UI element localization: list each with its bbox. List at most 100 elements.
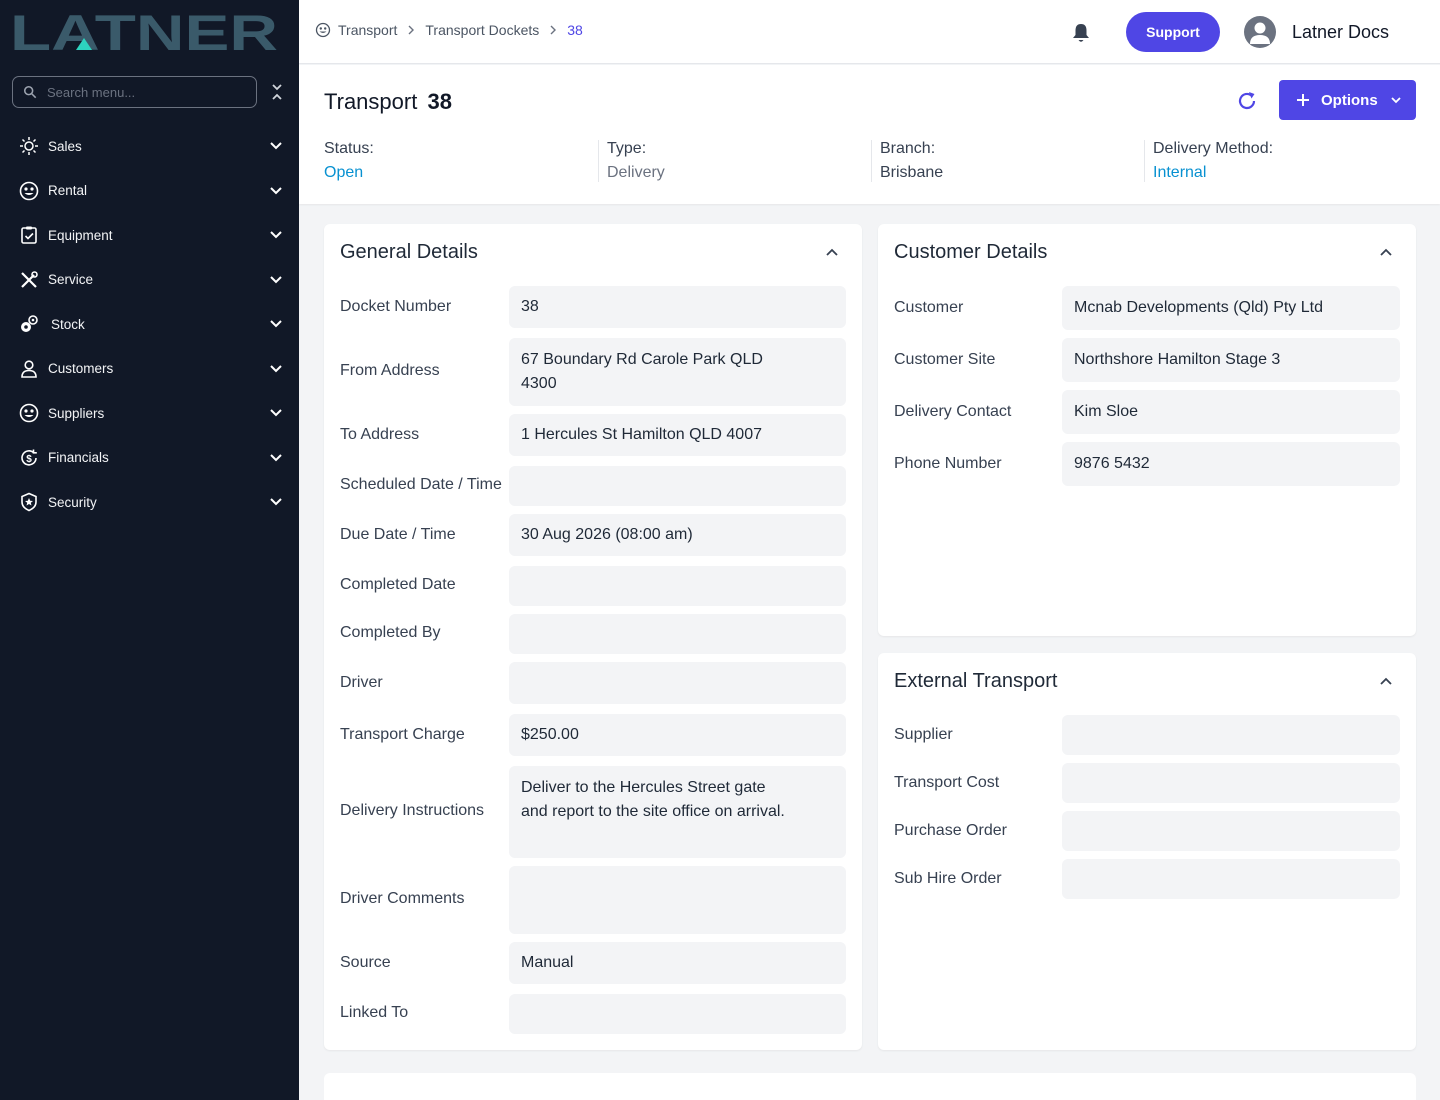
field-label: Driver Comments (340, 890, 465, 907)
sidebar-item-label: Financials (48, 450, 109, 466)
tabs-card (324, 1073, 1416, 1100)
user-name: Latner Docs (1292, 21, 1390, 42)
field-label: Transport Cost (894, 774, 1000, 791)
card-title: Customer Details (894, 241, 1048, 263)
suppliers-icon (18, 402, 40, 424)
field-label: Completed Date (340, 576, 456, 593)
linked-to-value (509, 994, 846, 1034)
sidebar-item-label: Suppliers (48, 405, 105, 421)
breadcrumb-transport-dockets[interactable]: Transport Dockets (425, 22, 539, 38)
transport-charge-value: $250.00 (509, 714, 846, 756)
header-panel: Transport 38 Options Status: Open Type: … (299, 65, 1440, 204)
menu-search-box[interactable] (12, 76, 257, 108)
chevron-down-icon (270, 276, 282, 284)
avatar (1244, 16, 1276, 48)
chevron-down-icon (270, 231, 282, 239)
customer-value: Mcnab Developments (Qld) Pty Ltd (1062, 286, 1400, 330)
chevron-right-icon (407, 25, 415, 35)
sidebar-item-label: Security (48, 494, 97, 510)
search-icon (23, 85, 37, 99)
latner-logo: LATNER (10, 10, 278, 54)
type-value: Delivery (607, 164, 665, 181)
plus-icon (1297, 94, 1309, 106)
purchase-order-value (1062, 811, 1400, 851)
sub-hire-order-value (1062, 859, 1400, 899)
driver-comments-value (509, 866, 846, 934)
completed-by-value (509, 614, 846, 654)
field-label: Source (340, 954, 391, 971)
sidebar-item-customers[interactable]: Customers (0, 347, 299, 392)
chevron-down-icon (270, 142, 282, 150)
sidebar-item-label: Customers (48, 361, 114, 377)
external-transport-card: External Transport Supplier Transport Co… (878, 653, 1416, 1050)
collapse-sidebar-button[interactable] (268, 82, 286, 102)
field-label: Completed By (340, 624, 441, 641)
chevron-down-icon (270, 454, 282, 462)
sidebar-item-label: Sales (48, 138, 82, 154)
sidebar-item-label: Rental (48, 183, 88, 199)
customer-site-value: Northshore Hamilton Stage 3 (1062, 338, 1400, 382)
stat-type: Type: Delivery (598, 140, 871, 182)
sidebar: LATNER Sales Rental Equipment Service (0, 0, 299, 1100)
card-title: External Transport (894, 670, 1058, 692)
sidebar-item-sales[interactable]: Sales (0, 124, 299, 169)
chevron-up-icon[interactable] (1378, 244, 1394, 260)
financials-icon: $ (18, 447, 40, 469)
sidebar-nav: Sales Rental Equipment Service Stock Cus… (0, 124, 299, 525)
stat-branch: Branch: Brisbane (871, 140, 1144, 182)
card-title: General Details (340, 241, 478, 263)
menu-search-input[interactable] (47, 84, 237, 100)
field-label: Delivery Contact (894, 403, 1012, 420)
sidebar-item-financials[interactable]: $ Financials (0, 436, 299, 481)
status-value: Open (324, 164, 364, 181)
field-label: Scheduled Date / Time (340, 476, 502, 493)
stat-label: Status: (324, 140, 374, 157)
general-details-card: General Details Docket Number 38 From Ad… (324, 224, 862, 1050)
field-label: To Address (340, 426, 420, 443)
stat-label: Delivery Method: (1153, 140, 1274, 157)
chevron-down-icon (270, 365, 282, 373)
support-button[interactable]: Support (1126, 12, 1220, 52)
from-address-value: 67 Boundary Rd Carole Park QLD 4300 (509, 338, 846, 406)
sidebar-item-label: Equipment (48, 227, 113, 243)
bell-icon[interactable] (1071, 22, 1091, 44)
sidebar-item-stock[interactable]: Stock (0, 302, 299, 347)
page-title-number: 38 (427, 89, 452, 114)
driver-value (509, 662, 846, 704)
collapse-icon (272, 84, 282, 100)
sidebar-item-service[interactable]: Service (0, 258, 299, 303)
sales-icon (18, 135, 40, 157)
breadcrumb: Transport Transport Dockets 38 (315, 22, 583, 38)
sidebar-item-suppliers[interactable]: Suppliers (0, 391, 299, 436)
due-date-value: 30 Aug 2026 (08:00 am) (509, 514, 846, 556)
svg-text:$: $ (26, 454, 32, 465)
refresh-icon[interactable] (1236, 90, 1258, 112)
topbar: Transport Transport Dockets 38 Support L… (299, 0, 1440, 64)
status-summary: Status: Open Type: Delivery Branch: Bris… (324, 140, 1424, 182)
breadcrumb-transport[interactable]: Transport (338, 22, 397, 38)
chevron-down-icon (270, 187, 282, 195)
field-label: Customer Site (894, 351, 996, 368)
chevron-right-icon (549, 25, 557, 35)
page-title: Transport 38 (324, 89, 452, 115)
sidebar-item-equipment[interactable]: Equipment (0, 213, 299, 258)
field-label: Linked To (340, 1004, 409, 1021)
completed-date-value (509, 566, 846, 606)
chevron-up-icon[interactable] (1378, 673, 1394, 689)
chevron-up-icon[interactable] (824, 244, 840, 260)
stat-status: Status: Open (324, 140, 598, 182)
chevron-down-icon (1391, 97, 1401, 104)
user-menu[interactable]: Latner Docs (1244, 16, 1389, 48)
to-address-value: 1 Hercules St Hamilton QLD 4007 (509, 414, 846, 456)
options-button[interactable]: Options (1279, 80, 1416, 120)
sidebar-item-security[interactable]: Security (0, 480, 299, 525)
sidebar-item-rental[interactable]: Rental (0, 169, 299, 214)
field-label: Delivery Instructions (340, 802, 485, 819)
stat-label: Branch: (880, 140, 936, 157)
sidebar-item-label: Service (48, 272, 94, 288)
source-value: Manual (509, 942, 846, 984)
chevron-down-icon (270, 320, 282, 328)
stock-icon (18, 313, 40, 335)
field-label: Driver (340, 674, 383, 691)
docket-number-value: 38 (509, 286, 846, 328)
